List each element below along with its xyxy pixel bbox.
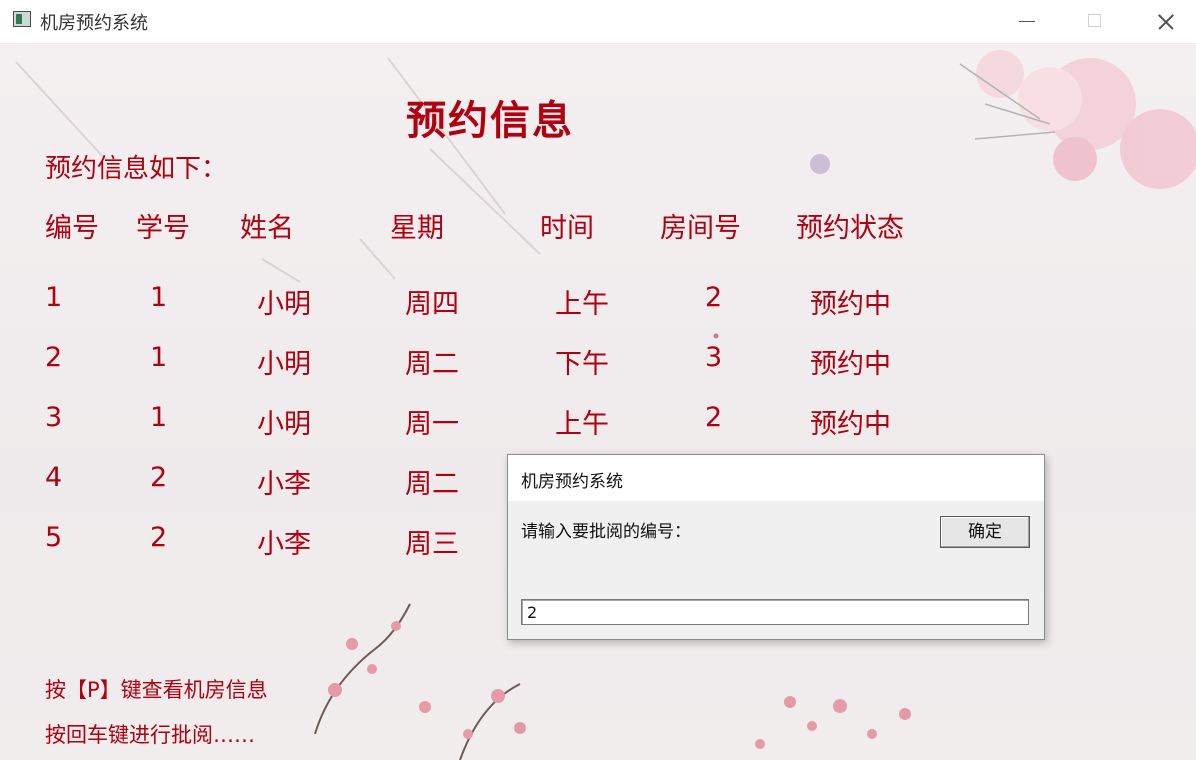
table-row-cell: 周二 — [405, 349, 459, 380]
table-row-cell: 2 — [45, 342, 63, 373]
table-row-cell: 1 — [45, 282, 63, 313]
table-row-cell: 4 — [45, 462, 63, 493]
table-row-cell: 周二 — [405, 469, 459, 500]
table-row-cell: 小明 — [257, 349, 311, 380]
table-row-cell: 5 — [45, 522, 63, 553]
window-titlebar: 机房预约系统 — [0, 0, 1196, 44]
hint-review: 按回车键进行批阅…… — [45, 723, 255, 747]
review-id-input[interactable] — [521, 599, 1029, 625]
header-id: 编号 — [45, 213, 99, 244]
table-row-cell: 周一 — [405, 409, 459, 440]
close-icon[interactable] — [1142, 0, 1188, 43]
header-time: 时间 — [540, 213, 594, 244]
minimize-icon[interactable] — [1004, 0, 1050, 43]
main-canvas: 预约信息 预约信息如下： 编号 学号 姓名 星期 时间 房间号 预约状态 1 1… — [0, 44, 1196, 760]
table-row-cell: 2 — [705, 402, 723, 433]
header-room: 房间号 — [660, 213, 741, 244]
table-row-cell: 小明 — [257, 289, 311, 320]
table-row-cell: 1 — [150, 342, 168, 373]
header-weekday: 星期 — [390, 213, 444, 244]
header-name: 姓名 — [240, 213, 294, 244]
review-input-dialog: 机房预约系统 请输入要批阅的编号： 确定 — [507, 454, 1045, 640]
maximize-icon[interactable] — [1072, 0, 1118, 43]
subtitle: 预约信息如下： — [45, 154, 228, 184]
dialog-title: 机房预约系统 — [521, 472, 623, 492]
table-row-cell: 预约中 — [810, 409, 891, 440]
table-row-cell: 周四 — [405, 289, 459, 320]
table-row-cell: 上午 — [555, 289, 609, 320]
table-row-cell: 预约中 — [810, 289, 891, 320]
table-row-cell: 小明 — [257, 409, 311, 440]
table-row-cell: 2 — [705, 282, 723, 313]
header-status: 预约状态 — [796, 213, 904, 244]
table-row-cell: 下午 — [555, 349, 609, 380]
page-title: 预约信息 — [406, 98, 574, 144]
table-row-cell: 小李 — [257, 469, 311, 500]
table-row-cell: 2 — [150, 462, 168, 493]
table-row-cell: 3 — [705, 342, 723, 373]
app-icon — [13, 11, 31, 27]
header-student-id: 学号 — [136, 213, 190, 244]
hint-view-rooms: 按【P】键查看机房信息 — [45, 678, 268, 702]
table-row-cell: 预约中 — [810, 349, 891, 380]
table-row-cell: 小李 — [257, 529, 311, 560]
table-row-cell: 上午 — [555, 409, 609, 440]
table-row-cell: 周三 — [405, 529, 459, 560]
table-row-cell: 3 — [45, 402, 63, 433]
ok-button[interactable]: 确定 — [940, 516, 1030, 548]
table-row-cell: 2 — [150, 522, 168, 553]
dialog-prompt: 请输入要批阅的编号： — [521, 522, 691, 542]
dialog-titlebar: 机房预约系统 — [508, 455, 1044, 501]
window-title: 机房预约系统 — [40, 13, 148, 34]
table-row-cell: 1 — [150, 402, 168, 433]
table-row-cell: 1 — [150, 282, 168, 313]
